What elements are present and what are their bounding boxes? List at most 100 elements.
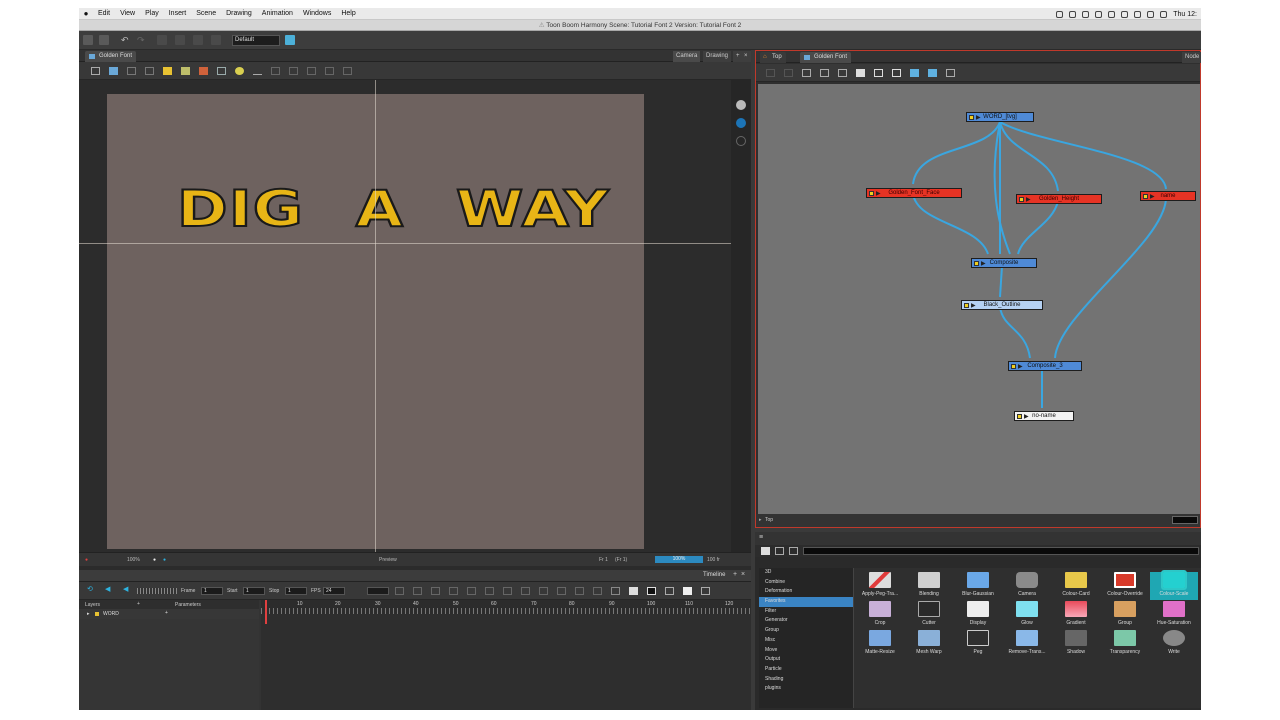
- tab-top[interactable]: ⌂ Top: [760, 52, 786, 63]
- brush-icon[interactable]: [199, 67, 208, 75]
- line-icon[interactable]: [253, 67, 262, 75]
- tab-timeline[interactable]: Timeline: [703, 572, 725, 578]
- node-name[interactable]: ▶ name: [1140, 191, 1196, 201]
- record-icon[interactable]: ●: [85, 557, 88, 563]
- navigator-box[interactable]: [1172, 516, 1198, 524]
- camera-viewport[interactable]: DIG A WAY: [79, 80, 731, 552]
- tab-golden-font-node[interactable]: Golden Font: [800, 52, 852, 63]
- wifi-icon[interactable]: [1134, 10, 1142, 18]
- effect-remove-trans[interactable]: Remove-Trans...: [1003, 630, 1051, 658]
- battery-icon[interactable]: [1160, 10, 1168, 18]
- effect-crop[interactable]: Crop: [856, 601, 904, 629]
- node-tool-3-icon[interactable]: [802, 69, 811, 77]
- paste-icon[interactable]: [193, 35, 203, 45]
- transform-icon[interactable]: [127, 67, 136, 75]
- playhead[interactable]: [265, 600, 267, 624]
- timeline-tool-2-icon[interactable]: [413, 587, 422, 595]
- workspace-preset-select[interactable]: Default: [232, 35, 280, 46]
- library-view-icon[interactable]: [761, 547, 770, 555]
- timeline-tool-15-icon[interactable]: [647, 587, 656, 595]
- library-search-input[interactable]: [803, 547, 1199, 555]
- undo-icon[interactable]: ↶: [121, 35, 131, 45]
- timeline-tool-3-icon[interactable]: [431, 587, 440, 595]
- category-generator[interactable]: Generator: [759, 616, 853, 626]
- timeline-tool-7-icon[interactable]: [503, 587, 512, 595]
- timeline-tool-18-icon[interactable]: [701, 587, 710, 595]
- node-graph[interactable]: ▶ WORD_[tvg] ▶ Golden_Font_Face ▶ Golden…: [758, 84, 1200, 514]
- node-golden-height[interactable]: ▶ Golden_Height: [1016, 194, 1102, 204]
- node-expand-icon[interactable]: ▶: [1024, 413, 1029, 421]
- timeline-tool-9-icon[interactable]: [539, 587, 548, 595]
- fps-field[interactable]: 24: [323, 587, 345, 595]
- view-reset-icon[interactable]: [736, 100, 746, 110]
- sound-icon[interactable]: ◀: [105, 585, 114, 593]
- effect-peg[interactable]: Peg: [954, 630, 1002, 658]
- timeline-tool-1-icon[interactable]: [395, 587, 404, 595]
- reset-icon[interactable]: [343, 67, 352, 75]
- category-move[interactable]: Move: [759, 646, 853, 656]
- node-expand-icon[interactable]: ▶: [1026, 196, 1031, 204]
- effect-colour-card[interactable]: Colour-Card: [1052, 572, 1100, 600]
- node-composite[interactable]: ▶ Composite: [971, 258, 1037, 268]
- category-3d[interactable]: 3D: [759, 568, 853, 578]
- timeline-tool-5-icon[interactable]: [467, 587, 476, 595]
- timeline-tool-10-icon[interactable]: [557, 587, 566, 595]
- timeline-tool-8-icon[interactable]: [521, 587, 530, 595]
- effect-display[interactable]: Display: [954, 601, 1002, 629]
- copy-icon[interactable]: [175, 35, 185, 45]
- layer-list[interactable]: [79, 619, 259, 710]
- bulb-icon[interactable]: [235, 67, 244, 75]
- effect-apply-peg[interactable]: Apply-Peg-Tra...: [856, 572, 904, 600]
- unlock-icon[interactable]: [181, 67, 190, 75]
- category-particle[interactable]: Particle: [759, 665, 853, 675]
- tab-golden-font[interactable]: Golden Font: [85, 51, 137, 62]
- frame-field[interactable]: 1: [201, 587, 223, 595]
- category-filter[interactable]: Filter: [759, 607, 853, 617]
- node-tool-4-icon[interactable]: [820, 69, 829, 77]
- node-tool-11-icon[interactable]: [946, 69, 955, 77]
- category-favorites[interactable]: Favorites: [759, 597, 853, 607]
- category-output[interactable]: Output: [759, 655, 853, 665]
- dropbox-icon[interactable]: [1082, 10, 1090, 18]
- loop-icon[interactable]: ⟲: [87, 585, 96, 593]
- timeline-tool-13-icon[interactable]: [611, 587, 620, 595]
- node-expand-icon[interactable]: ▶: [971, 302, 976, 310]
- effect-glow[interactable]: Glow: [1003, 601, 1051, 629]
- tab-node[interactable]: Node: [1182, 52, 1201, 63]
- menu-insert[interactable]: Insert: [164, 10, 192, 17]
- menu-view[interactable]: View: [115, 10, 140, 17]
- bluetooth-icon[interactable]: [1121, 10, 1129, 18]
- menu-play[interactable]: Play: [140, 10, 164, 17]
- library-filter-icon[interactable]: [789, 547, 798, 555]
- node-tool-5-icon[interactable]: [838, 69, 847, 77]
- category-plugins[interactable]: plugins: [759, 684, 853, 694]
- shield-icon[interactable]: [1069, 10, 1077, 18]
- node-tool-6-icon[interactable]: [856, 69, 865, 77]
- node-tool-7-icon[interactable]: [874, 69, 883, 77]
- node-path-label[interactable]: Top: [765, 517, 773, 523]
- category-misc[interactable]: Misc: [759, 636, 853, 646]
- node-tool-2-icon[interactable]: [784, 69, 793, 77]
- menu-windows[interactable]: Windows: [298, 10, 336, 17]
- effect-write[interactable]: Write: [1150, 630, 1198, 658]
- onion-skin-icon[interactable]: [736, 118, 746, 128]
- timeline-tool-17-icon[interactable]: [683, 587, 692, 595]
- effect-shadow[interactable]: Shadow: [1052, 630, 1100, 658]
- effect-colour-override[interactable]: Colour-Override: [1101, 572, 1149, 600]
- hand-icon[interactable]: [736, 136, 746, 146]
- timeline-tool-16-icon[interactable]: [665, 587, 674, 595]
- playback-speed-slider[interactable]: [137, 588, 177, 594]
- node-composite-3[interactable]: ▶ Composite_3: [1008, 361, 1082, 371]
- align-icon[interactable]: [271, 67, 280, 75]
- close-timeline-icon[interactable]: ×: [741, 571, 745, 578]
- save-as-icon[interactable]: [99, 35, 109, 45]
- pencil-icon[interactable]: [217, 67, 226, 75]
- effect-blending[interactable]: Blending: [905, 572, 953, 600]
- effect-transparency[interactable]: Transparency: [1101, 630, 1149, 658]
- menu-edit[interactable]: Edit: [93, 10, 115, 17]
- node-black-outline[interactable]: ▶ Black_Outline: [961, 300, 1043, 310]
- save-icon[interactable]: [83, 35, 93, 45]
- library-sort-icon[interactable]: [775, 547, 784, 555]
- workspace-icon[interactable]: [285, 35, 295, 45]
- render-icon[interactable]: ●: [163, 557, 166, 563]
